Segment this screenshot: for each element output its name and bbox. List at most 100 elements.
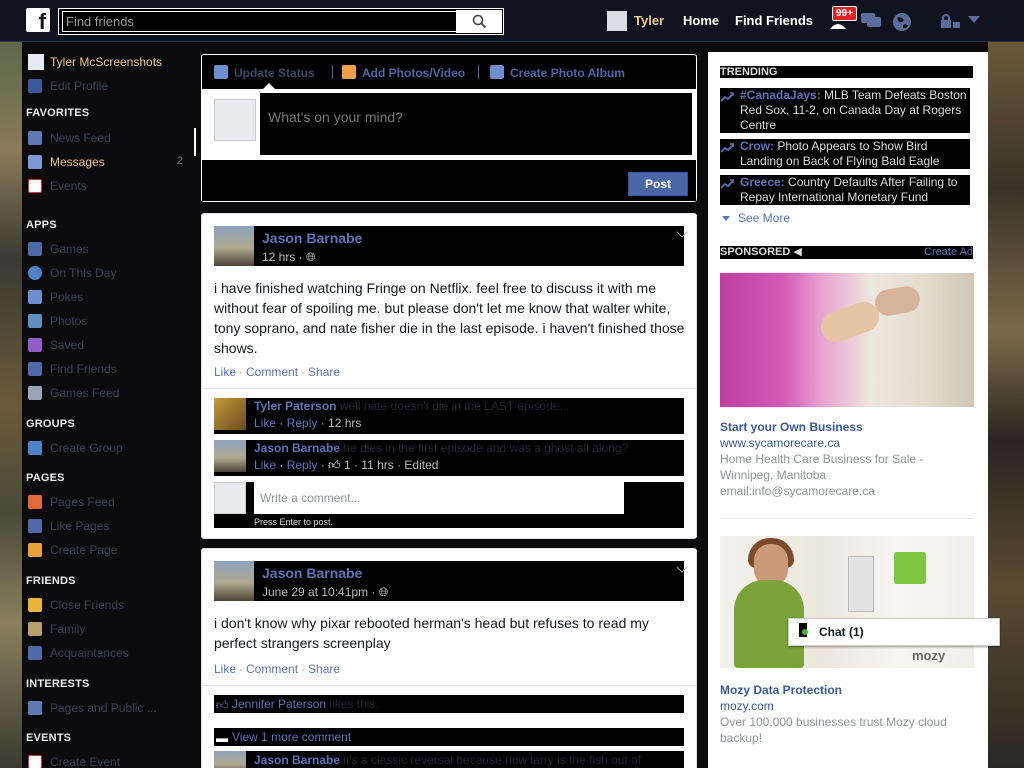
see-more-trending[interactable]: See More xyxy=(722,211,790,225)
search-button[interactable] xyxy=(456,10,502,33)
sidebar-item-find-friends[interactable]: Find Friends xyxy=(26,359,191,379)
ad-image-home-health[interactable] xyxy=(720,273,974,407)
commenter-name[interactable]: Jason Barnabe xyxy=(254,753,340,767)
share-link[interactable]: Share xyxy=(308,662,340,676)
sidebar-item-news-feed[interactable]: News Feed xyxy=(26,128,191,148)
sidebar-item-label: Saved xyxy=(50,338,85,352)
trending-item[interactable]: #CanadaJays: MLB Team Defeats Boston Red… xyxy=(720,88,970,133)
facebook-logo-icon[interactable]: f xyxy=(26,8,50,34)
sidebar-item-photos[interactable]: Photos xyxy=(26,311,191,331)
sidebar-item-events[interactable]: Events xyxy=(26,176,191,196)
ad-url[interactable]: www.sycamorecare.ca xyxy=(720,436,840,450)
sidebar-profile[interactable]: Tyler McScreenshots xyxy=(26,52,191,72)
tab-label: Update Status xyxy=(234,66,315,80)
search-icon xyxy=(472,14,487,29)
post-options-chevron-icon[interactable] xyxy=(676,561,688,573)
sidebar-item-label: Pages Feed xyxy=(50,495,115,509)
sidebar-item-messages[interactable]: Messages 2 xyxy=(26,152,191,172)
sidebar-item-saved[interactable]: Saved xyxy=(26,335,191,355)
trend-tag[interactable]: Crow: xyxy=(740,139,774,153)
trending-arrow-icon xyxy=(720,179,734,189)
sidebar-item-create-page[interactable]: Create Page xyxy=(26,540,191,560)
search-input[interactable] xyxy=(62,11,458,32)
trend-tag[interactable]: Greece: xyxy=(740,175,785,189)
comment-reply-link[interactable]: Reply xyxy=(287,416,318,430)
sidebar-item-create-event[interactable]: Create Event xyxy=(26,752,191,768)
ad-url[interactable]: mozy.com xyxy=(720,699,774,713)
sidebar-item-label: On This Day xyxy=(50,266,117,280)
comment-body: well nate doesn't die in the LAST episod… xyxy=(339,399,570,413)
sidebar-item-create-group[interactable]: Create Group xyxy=(26,438,191,458)
post-timestamp[interactable]: June 29 at 10:41pm · 🌐︎ xyxy=(262,585,388,600)
sidebar-item-pages-public[interactable]: Pages and Public ... xyxy=(26,698,191,718)
sidebar-item-pages-feed[interactable]: Pages Feed xyxy=(26,492,191,512)
comment-link[interactable]: Comment xyxy=(246,365,298,379)
status-input[interactable]: What's on your mind? xyxy=(260,93,692,155)
view-more-link[interactable]: View 1 more comment xyxy=(232,730,351,744)
sidebar-user-name[interactable]: Tyler McScreenshots xyxy=(50,55,162,69)
commenter-name[interactable]: Tyler Paterson xyxy=(254,399,336,413)
post-text: i have finished watching Fringe on Netfl… xyxy=(214,280,685,356)
author-name[interactable]: Jason Barnabe xyxy=(262,230,362,246)
trending-item[interactable]: Greece: Country Defaults After Failing t… xyxy=(720,175,970,205)
ad-title[interactable]: Mozy Data Protection xyxy=(720,683,842,697)
comment-like-link[interactable]: Like xyxy=(254,458,276,472)
sidebar-item-like-pages[interactable]: Like Pages xyxy=(26,516,191,536)
comment-like-link[interactable]: Like xyxy=(254,416,276,430)
sidebar-item-family[interactable]: Family xyxy=(26,619,191,639)
commenter-name[interactable]: Jason Barnabe xyxy=(254,441,340,455)
sidebar-item-edit-profile[interactable]: Edit Profile xyxy=(26,76,191,96)
author-name[interactable]: Jason Barnabe xyxy=(262,565,362,581)
sidebar-item-label: Pages and Public ... xyxy=(50,701,157,715)
section-friends: FRIENDS xyxy=(26,575,76,587)
comment: Jason Barnabe it's a classic reversal be… xyxy=(214,751,684,768)
privacy-shortcuts-icon[interactable] xyxy=(940,13,962,29)
tab-add-photos[interactable]: Add Photos/Video xyxy=(342,65,465,80)
sidebar-avatar xyxy=(28,54,44,70)
sidebar-item-on-this-day[interactable]: On This Day xyxy=(26,263,191,283)
comment-input[interactable]: Write a comment... xyxy=(254,482,624,514)
ad-image-mozy[interactable]: mozy xyxy=(720,536,974,668)
post-timestamp[interactable]: 12 hrs · 🌐︎ xyxy=(262,250,316,265)
find-friends-link[interactable]: Find Friends xyxy=(735,13,813,28)
share-link[interactable]: Share xyxy=(308,365,340,379)
section-pages: PAGES xyxy=(26,472,65,484)
sidebar-item-close-friends[interactable]: Close Friends xyxy=(26,595,191,615)
post-button[interactable]: Post xyxy=(628,172,688,196)
trending-title: TRENDING xyxy=(720,66,973,78)
liker-name[interactable]: Jennifer Paterson xyxy=(232,697,326,711)
profile-name-link[interactable]: Tyler xyxy=(634,13,664,28)
trending-item[interactable]: Crow: Photo Appears to Show Bird Landing… xyxy=(720,139,970,169)
tab-create-album[interactable]: Create Photo Album xyxy=(490,65,625,80)
sidebar-item-games-feed[interactable]: Games Feed xyxy=(26,383,191,403)
sidebar-item-label: News Feed xyxy=(50,131,111,145)
profile-avatar[interactable] xyxy=(607,11,627,31)
tab-update-status[interactable]: Update Status xyxy=(214,65,315,80)
trend-tag[interactable]: #CanadaJays: xyxy=(740,88,821,102)
like-link[interactable]: Like xyxy=(214,662,236,676)
commenter-avatar[interactable] xyxy=(214,440,246,472)
like-link[interactable]: Like xyxy=(214,365,236,379)
sidebar-item-games[interactable]: Games xyxy=(26,239,191,259)
divider xyxy=(202,685,696,686)
sidebar-item-pokes[interactable]: Pokes xyxy=(26,287,191,307)
sidebar-item-label: Like Pages xyxy=(50,519,110,533)
commenter-avatar[interactable] xyxy=(214,751,246,768)
home-link[interactable]: Home xyxy=(683,13,719,28)
comment-reply-link[interactable]: Reply xyxy=(287,458,318,472)
right-column: TRENDING #CanadaJays: MLB Team Defeats B… xyxy=(708,52,988,768)
account-menu-caret-icon[interactable] xyxy=(968,16,980,23)
messages-icon[interactable] xyxy=(860,12,882,30)
author-avatar[interactable] xyxy=(214,561,254,601)
ad-title[interactable]: Start your Own Business xyxy=(720,420,863,434)
post-options-chevron-icon[interactable] xyxy=(676,226,688,238)
create-ad-link[interactable]: Create Ad xyxy=(924,246,973,259)
comment-link[interactable]: Comment xyxy=(246,662,298,676)
author-avatar[interactable] xyxy=(214,226,254,266)
view-more-comments[interactable]: ▬ View 1 more comment xyxy=(214,728,684,746)
commenter-avatar[interactable] xyxy=(214,398,246,430)
chat-tab[interactable]: Chat (1) xyxy=(788,618,1000,646)
sidebar-item-acquaintances[interactable]: Acquaintances xyxy=(26,643,191,663)
comment-like-count[interactable]: 1 xyxy=(344,458,351,472)
notifications-globe-icon[interactable] xyxy=(892,12,912,32)
